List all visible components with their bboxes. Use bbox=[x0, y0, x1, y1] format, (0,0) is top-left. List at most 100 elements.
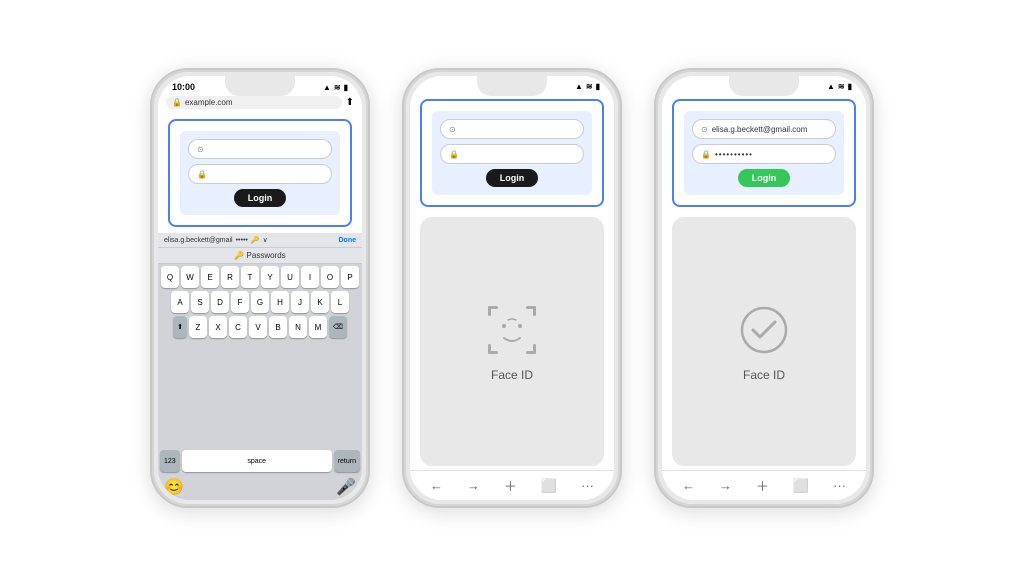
plus-icon-3[interactable]: ＋ bbox=[756, 476, 769, 495]
faceid-scan-icon bbox=[484, 302, 540, 358]
status-icons-3: ▲ ≋ ▮ bbox=[827, 82, 852, 91]
key-e[interactable]: E bbox=[201, 266, 219, 288]
login-card-inner-1: ⊙ 🔒 Login bbox=[180, 131, 340, 215]
key-f[interactable]: F bbox=[231, 291, 249, 313]
phone-keyboard-screen: 10:00 ▲ ≋ ▮ 🔒 example.com ⬆ bbox=[158, 76, 362, 500]
back-icon-3[interactable]: ← bbox=[682, 478, 695, 493]
status-icons-2: ▲ ≋ ▮ bbox=[575, 82, 600, 91]
key-v[interactable]: V bbox=[249, 316, 267, 338]
key-u[interactable]: U bbox=[281, 266, 299, 288]
key-x[interactable]: X bbox=[209, 316, 227, 338]
autofill-user: elisa.g.beckett@gmail bbox=[164, 237, 233, 244]
key-w[interactable]: W bbox=[181, 266, 199, 288]
user-icon-3: ⊙ bbox=[701, 125, 708, 134]
key-space[interactable]: space bbox=[182, 450, 332, 472]
phone-keyboard: 10:00 ▲ ≋ ▮ 🔒 example.com ⬆ bbox=[150, 68, 370, 508]
password-field-3[interactable]: 🔒 •••••••••• bbox=[692, 144, 836, 164]
tabs-icon[interactable]: ⬜ bbox=[541, 478, 557, 494]
key-m[interactable]: M bbox=[309, 316, 327, 338]
battery-icon-2: ▮ bbox=[596, 82, 600, 91]
key-a[interactable]: A bbox=[171, 291, 189, 313]
key-return[interactable]: return bbox=[334, 450, 360, 472]
login-card-1: ⊙ 🔒 Login bbox=[168, 119, 352, 227]
key-p[interactable]: P bbox=[341, 266, 359, 288]
phone-faceid-success: ▲ ≋ ▮ ⊙ elisa.g.beckett@gmail.com 🔒 bbox=[654, 68, 874, 508]
forward-icon[interactable]: → bbox=[467, 478, 480, 493]
phone-faceid: ▲ ≋ ▮ ⊙ 🔒 Login bbox=[402, 68, 622, 508]
faceid-checkmark-icon bbox=[736, 302, 792, 358]
scene: 10:00 ▲ ≋ ▮ 🔒 example.com ⬆ bbox=[0, 0, 1024, 576]
keyboard-rows: Q W E R T Y U I O P A bbox=[158, 264, 362, 450]
nav-bar-3: ← → ＋ ⬜ ··· bbox=[662, 470, 866, 500]
more-icon-3[interactable]: ··· bbox=[833, 478, 846, 493]
key-o[interactable]: O bbox=[321, 266, 339, 288]
phone-faceid-screen: ▲ ≋ ▮ ⊙ 🔒 Login bbox=[410, 76, 614, 500]
username-field-3[interactable]: ⊙ elisa.g.beckett@gmail.com bbox=[692, 119, 836, 139]
login-button-3[interactable]: Login bbox=[738, 169, 791, 187]
share-icon: ⬆ bbox=[346, 97, 354, 108]
url-bar[interactable]: 🔒 example.com bbox=[166, 96, 342, 109]
key-i[interactable]: I bbox=[301, 266, 319, 288]
key-s[interactable]: S bbox=[191, 291, 209, 313]
faceid-success-panel: Face ID bbox=[672, 217, 856, 466]
faceid-label: Face ID bbox=[491, 368, 533, 382]
keyboard-bottom-row: 123 space return bbox=[158, 450, 362, 474]
passwords-row[interactable]: 🔑 Passwords bbox=[158, 248, 362, 264]
username-value: elisa.g.beckett@gmail.com bbox=[712, 125, 808, 134]
key-t[interactable]: T bbox=[241, 266, 259, 288]
battery-icon-3: ▮ bbox=[848, 82, 852, 91]
key-g[interactable]: G bbox=[251, 291, 269, 313]
key-j[interactable]: J bbox=[291, 291, 309, 313]
nav-bar-2: ← → ＋ ⬜ ··· bbox=[410, 470, 614, 500]
key-backspace[interactable]: ⌫ bbox=[329, 316, 347, 338]
faceid-success-label: Face ID bbox=[743, 368, 785, 382]
login-card-3: ⊙ elisa.g.beckett@gmail.com 🔒 ••••••••••… bbox=[672, 99, 856, 207]
emoji-icon[interactable]: 😊 bbox=[164, 477, 184, 497]
key-icon: 🔑 bbox=[251, 236, 260, 244]
key-row-3: ⬆ Z X C V B N M ⌫ bbox=[160, 316, 360, 338]
key-k[interactable]: K bbox=[311, 291, 329, 313]
done-button[interactable]: Done bbox=[339, 237, 357, 244]
wifi-icon: ≋ bbox=[334, 83, 341, 92]
key-y[interactable]: Y bbox=[261, 266, 279, 288]
key-row-2: A S D F G H J K L bbox=[160, 291, 360, 313]
signal-icon: ▲ bbox=[323, 83, 331, 92]
lock-icon-field: 🔒 bbox=[197, 170, 207, 179]
more-icon[interactable]: ··· bbox=[581, 478, 594, 493]
key-l[interactable]: L bbox=[331, 291, 349, 313]
plus-icon[interactable]: ＋ bbox=[504, 476, 517, 495]
key-row-1: Q W E R T Y U I O P bbox=[160, 266, 360, 288]
key-123[interactable]: 123 bbox=[160, 450, 180, 472]
phone-faceid-success-screen: ▲ ≋ ▮ ⊙ elisa.g.beckett@gmail.com 🔒 bbox=[662, 76, 866, 500]
chevron-down-icon: ∨ bbox=[263, 236, 268, 244]
login-button-1[interactable]: Login bbox=[234, 189, 287, 207]
back-icon[interactable]: ← bbox=[430, 478, 443, 493]
autofill-dots: ••••• bbox=[236, 237, 248, 244]
key-n[interactable]: N bbox=[289, 316, 307, 338]
bottom-bar-1: 😊 🎤 bbox=[158, 474, 362, 500]
key-b[interactable]: B bbox=[269, 316, 287, 338]
password-value: •••••••••• bbox=[715, 150, 753, 159]
browser-bar: 🔒 example.com ⬆ bbox=[158, 94, 362, 113]
key-c[interactable]: C bbox=[229, 316, 247, 338]
battery-icon: ▮ bbox=[344, 83, 348, 92]
autofill-bar: elisa.g.beckett@gmail ••••• 🔑 ∨ Done bbox=[158, 233, 362, 248]
username-field-2[interactable]: ⊙ bbox=[440, 119, 584, 139]
password-field-1[interactable]: 🔒 bbox=[188, 164, 332, 184]
key-d[interactable]: D bbox=[211, 291, 229, 313]
login-card-inner-3: ⊙ elisa.g.beckett@gmail.com 🔒 ••••••••••… bbox=[684, 111, 844, 195]
mic-icon[interactable]: 🎤 bbox=[336, 477, 356, 497]
key-shift[interactable]: ⬆ bbox=[173, 316, 187, 338]
key-r[interactable]: R bbox=[221, 266, 239, 288]
notch-3 bbox=[729, 76, 799, 96]
autofill-left: elisa.g.beckett@gmail ••••• 🔑 ∨ bbox=[164, 236, 268, 244]
tabs-icon-3[interactable]: ⬜ bbox=[793, 478, 809, 494]
forward-icon-3[interactable]: → bbox=[719, 478, 732, 493]
password-field-2[interactable]: 🔒 bbox=[440, 144, 584, 164]
key-h[interactable]: H bbox=[271, 291, 289, 313]
key-z[interactable]: Z bbox=[189, 316, 207, 338]
signal-icon-2: ▲ bbox=[575, 82, 583, 91]
login-button-2[interactable]: Login bbox=[486, 169, 539, 187]
key-q[interactable]: Q bbox=[161, 266, 179, 288]
username-field-1[interactable]: ⊙ bbox=[188, 139, 332, 159]
